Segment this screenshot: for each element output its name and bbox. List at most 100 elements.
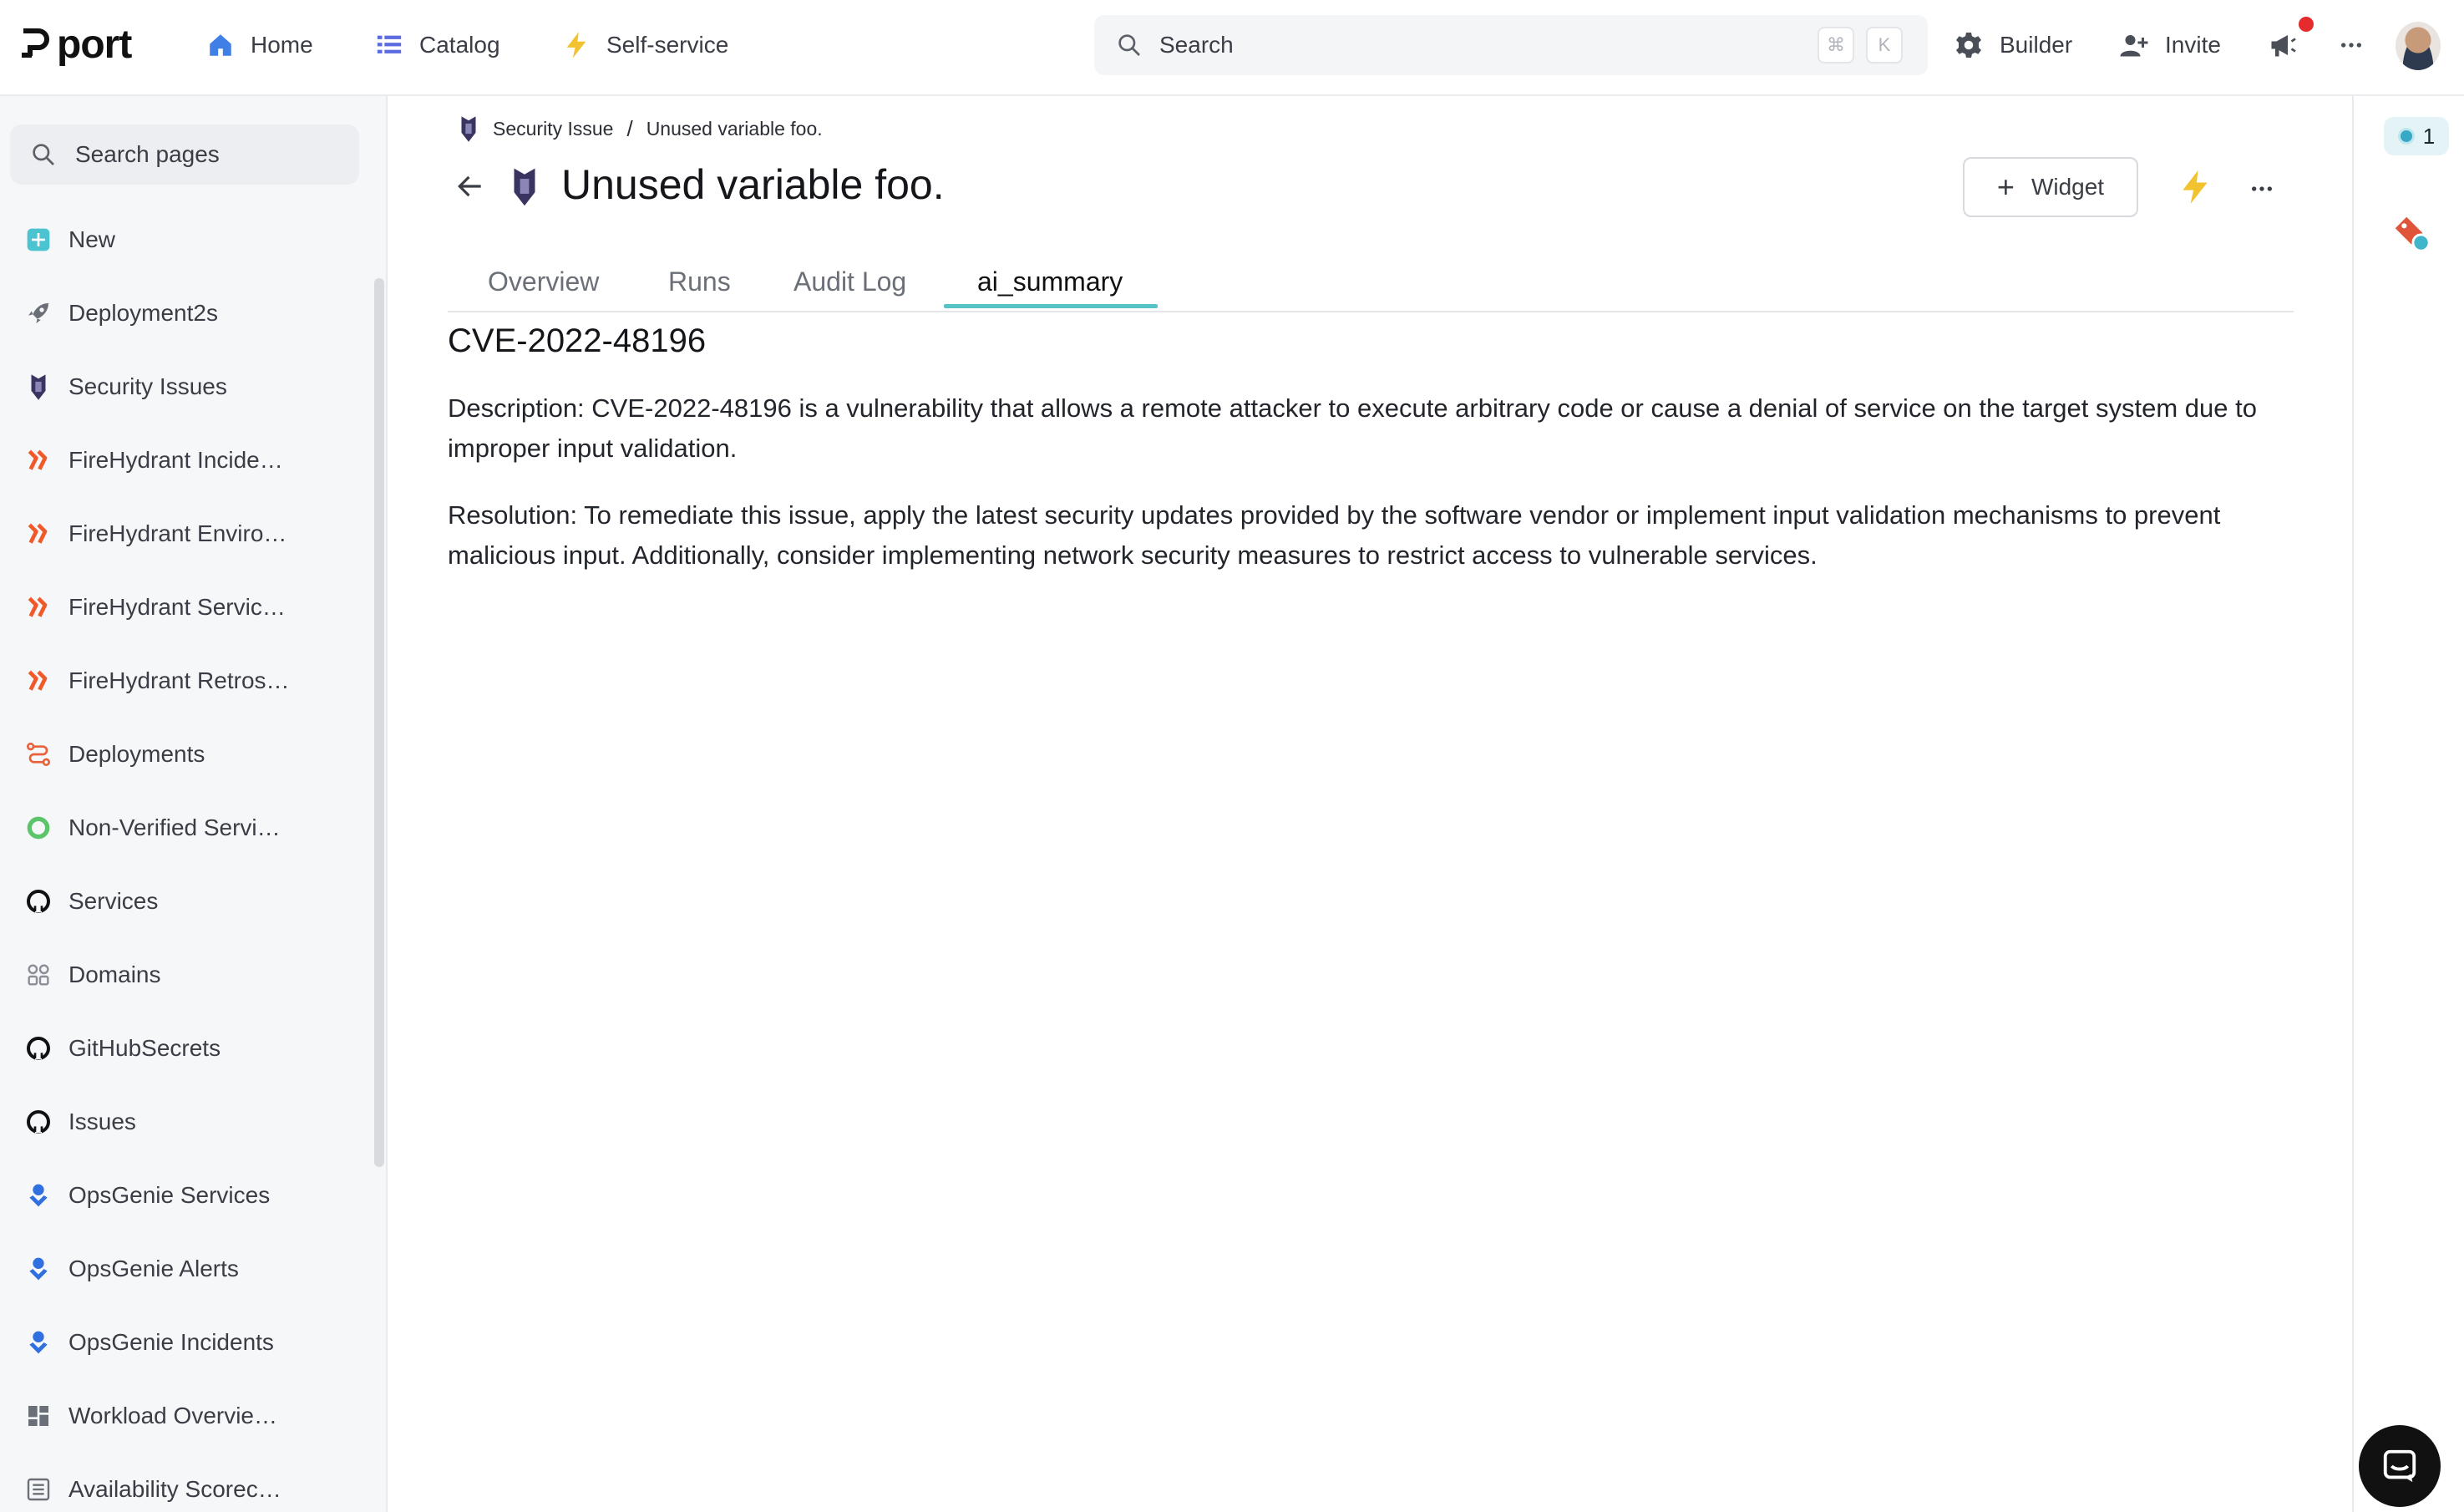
tab-overview[interactable]: Overview	[488, 254, 599, 309]
sidebar-item-security-issues[interactable]: Security Issues	[23, 367, 227, 407]
tag-icon[interactable]	[2390, 212, 2432, 254]
breadcrumb-current: Unused variable foo.	[646, 117, 823, 140]
opsgenie-icon	[23, 1254, 53, 1284]
sidebar-item-firehydrant-incidents[interactable]: FireHydrant Incide…	[23, 440, 283, 480]
nav-catalog-label: Catalog	[419, 32, 500, 58]
status-dot-icon	[2397, 128, 2415, 145]
active-tab-indicator	[944, 304, 1158, 308]
tab-ai-summary[interactable]: ai_summary	[977, 254, 1123, 309]
chat-support-button[interactable]	[2359, 1425, 2441, 1507]
tab-runs[interactable]: Runs	[668, 254, 731, 309]
home-icon	[205, 30, 236, 60]
sidebar-item-firehydrant-services[interactable]: FireHydrant Servic…	[23, 587, 286, 627]
global-search[interactable]: Search ⌘ K	[1094, 15, 1928, 75]
search-icon	[33, 144, 54, 165]
shortcut-modifier-key: ⌘	[1818, 27, 1854, 63]
actions-bolt-icon[interactable]	[2177, 169, 2213, 205]
list-icon	[23, 1474, 53, 1504]
sidebar-item-firehydrant-retros[interactable]: FireHydrant Retros…	[23, 661, 290, 701]
sidebar-item-label: Deployments	[68, 741, 205, 767]
guard-icon	[23, 372, 53, 402]
sidebar-item-issues[interactable]: Issues	[23, 1102, 136, 1142]
sidebar-scrollbar[interactable]	[374, 278, 384, 1167]
add-widget-label: Widget	[2031, 174, 2105, 200]
notification-dot	[2299, 17, 2314, 32]
invite-label: Invite	[2165, 32, 2221, 58]
sidebar-item-label: OpsGenie Incidents	[68, 1329, 274, 1355]
sidebar-item-label: FireHydrant Servic…	[68, 594, 286, 620]
search-icon	[1118, 34, 1140, 56]
guard-icon	[461, 116, 476, 142]
sidebar-item-services[interactable]: Services	[23, 881, 158, 921]
more-menu-button[interactable]	[2335, 25, 2382, 65]
firehydrant-icon	[23, 445, 53, 475]
nav-self-service[interactable]: Self-service	[561, 25, 728, 65]
sidebar-item-availability-scorecard[interactable]: Availability Scorec…	[23, 1469, 281, 1509]
sidebar-item-label: FireHydrant Enviro…	[68, 520, 287, 546]
breadcrumb-parent-link[interactable]: Security Issue	[493, 118, 613, 140]
back-arrow-icon[interactable]	[454, 170, 486, 202]
sidebar-item-opsgenie-services[interactable]: OpsGenie Services	[23, 1175, 270, 1215]
nav-catalog[interactable]: Catalog	[374, 25, 500, 65]
right-rail	[2352, 96, 2464, 1512]
page-more-button[interactable]	[2245, 172, 2279, 205]
opsgenie-icon	[23, 1180, 53, 1210]
route-icon	[23, 739, 53, 769]
sidebar-item-label: Services	[68, 888, 159, 914]
add-widget-button[interactable]: + Widget	[1963, 157, 2138, 217]
gear-icon	[1953, 29, 1985, 61]
sidebar-item-label: OpsGenie Alerts	[68, 1256, 239, 1281]
sidebar-item-firehydrant-environments[interactable]: FireHydrant Enviro…	[23, 514, 286, 554]
sidebar: Search pages New Deployment2s Security I…	[0, 96, 388, 1512]
port-logo[interactable]: port	[20, 22, 132, 67]
tab-audit-log[interactable]: Audit Log	[793, 254, 906, 309]
sidebar-item-deployments[interactable]: Deployments	[23, 734, 205, 774]
sidebar-item-githubsecrets[interactable]: GitHubSecrets	[23, 1028, 221, 1068]
sidebar-item-label: Availability Scorec…	[68, 1476, 281, 1502]
sidebar-item-label: Non-Verified Servi…	[68, 814, 281, 840]
sidebar-item-opsgenie-incidents[interactable]: OpsGenie Incidents	[23, 1322, 274, 1362]
firehydrant-icon	[23, 519, 53, 549]
guard-icon	[514, 168, 535, 206]
brand-name: port	[57, 22, 132, 67]
ai-summary-content: CVE-2022-48196 Description: CVE-2022-481…	[448, 322, 2294, 602]
breadcrumb: Security Issue / Unused variable foo.	[456, 114, 823, 144]
invite-button[interactable]: Invite	[2118, 25, 2221, 65]
sidebar-item-label: New	[68, 226, 116, 252]
sidebar-item-deployment2s[interactable]: Deployment2s	[23, 293, 218, 333]
nav-home[interactable]: Home	[205, 25, 313, 65]
sidebar-item-label: Domains	[68, 961, 161, 987]
search-pages-placeholder: Search pages	[75, 141, 220, 167]
sidebar-item-label: Issues	[68, 1109, 136, 1134]
sidebar-item-label: Security Issues	[68, 373, 227, 399]
github-icon	[23, 886, 53, 916]
bolt-icon	[561, 30, 591, 60]
sidebar-item-workload-overview[interactable]: Workload Overvie…	[23, 1396, 277, 1436]
sidebar-item-label: GitHubSecrets	[68, 1035, 221, 1061]
resolution-paragraph: Resolution: To remediate this issue, app…	[448, 500, 2221, 570]
more-horizontal-icon	[2335, 29, 2367, 61]
global-search-placeholder: Search	[1159, 32, 1234, 58]
search-pages-input[interactable]: Search pages	[10, 124, 359, 185]
page-title: Unused variable foo.	[561, 161, 945, 208]
ring-icon	[23, 813, 53, 843]
sidebar-item-label: FireHydrant Incide…	[68, 447, 283, 473]
scorecard-count-badge[interactable]: 1	[2384, 117, 2449, 155]
github-icon	[23, 1033, 53, 1063]
firehydrant-icon	[23, 592, 53, 622]
catalog-icon	[374, 30, 404, 60]
sidebar-item-non-verified-services[interactable]: Non-Verified Servi…	[23, 808, 281, 848]
opsgenie-icon	[23, 1327, 53, 1357]
sidebar-item-domains[interactable]: Domains	[23, 955, 160, 995]
user-avatar[interactable]	[2396, 22, 2441, 70]
sidebar-item-label: Workload Overvie…	[68, 1403, 278, 1428]
sidebar-item-opsgenie-alerts[interactable]: OpsGenie Alerts	[23, 1249, 239, 1289]
rocket-icon	[23, 298, 53, 328]
domains-icon	[23, 960, 53, 990]
sidebar-item-new[interactable]: New	[23, 220, 115, 260]
add-user-icon	[2118, 29, 2150, 61]
dashboard-icon	[23, 1401, 53, 1431]
megaphone-icon	[2267, 29, 2299, 61]
builder-button[interactable]: Builder	[1953, 25, 2072, 65]
builder-label: Builder	[2000, 32, 2073, 58]
